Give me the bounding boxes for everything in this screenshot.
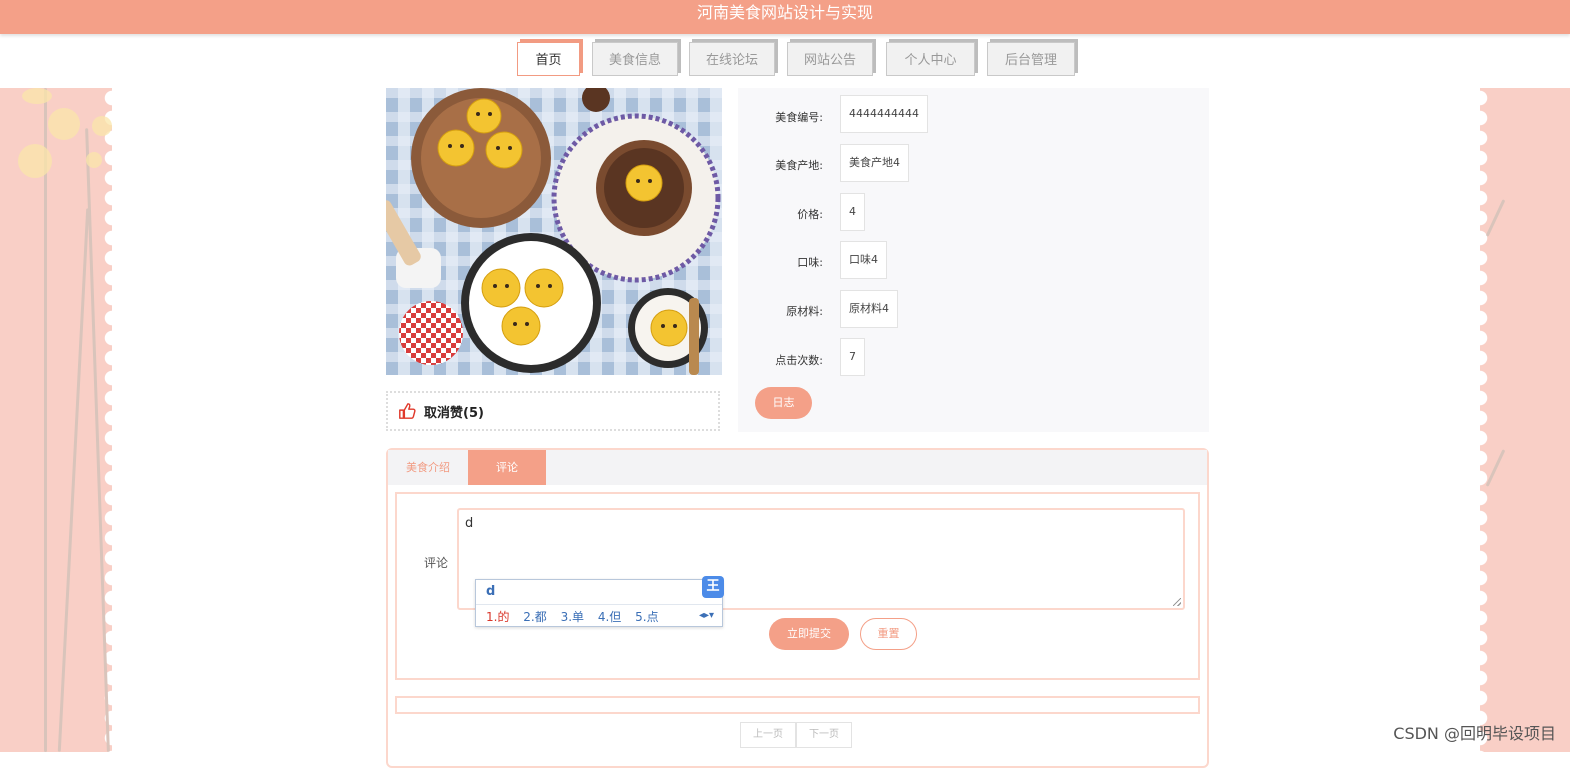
next-page-button[interactable]: 下一页 — [796, 722, 852, 748]
field-label-origin: 美食产地: — [775, 159, 823, 172]
reset-button[interactable]: 重置 — [860, 618, 917, 650]
comment-form: 评论 d d 王 1.的 2.都 3.单 4.但 5.点 ◂▸▾ 立即提交 重置 — [395, 492, 1200, 680]
nav-tab-food-info[interactable]: 美食信息 — [592, 42, 678, 76]
field-label-clicks: 点击次数: — [775, 354, 823, 367]
food-detail-panel: 美食编号: 4444444444 美食产地: 美食产地4 价格: 4 口味: 口… — [738, 88, 1209, 432]
ime-candidate[interactable]: 4.但 — [598, 610, 621, 624]
food-image — [386, 88, 722, 375]
field-value-price: 4 — [840, 193, 865, 231]
prev-page-button[interactable]: 上一页 — [740, 722, 796, 748]
ime-candidate[interactable]: 1.的 — [486, 610, 509, 624]
like-toggle[interactable]: 取消赞(5) — [386, 391, 720, 431]
field-label-id: 美食编号: — [775, 111, 823, 124]
thumbs-up-icon — [399, 403, 416, 419]
comment-text: d — [465, 516, 474, 531]
tab-food-intro[interactable]: 美食介绍 — [388, 450, 468, 485]
ime-page-arrows-icon[interactable]: ◂▸▾ — [699, 610, 714, 621]
field-label-taste: 口味: — [797, 256, 823, 269]
field-value-clicks: 7 — [840, 338, 865, 376]
ime-candidates: 1.的 2.都 3.单 4.但 5.点 — [486, 608, 669, 625]
field-label-price: 价格: — [797, 208, 823, 221]
comment-label: 评论 — [424, 556, 449, 570]
comment-list — [395, 696, 1200, 714]
left-decoration — [0, 88, 112, 752]
nav-tab-forum[interactable]: 在线论坛 — [689, 42, 775, 76]
field-value-taste: 口味4 — [840, 241, 887, 279]
like-count-label: 取消赞(5) — [424, 405, 484, 421]
field-value-id: 4444444444 — [840, 95, 928, 133]
tabs-header: 美食介绍 评论 — [388, 450, 1207, 485]
field-value-origin: 美食产地4 — [840, 144, 909, 182]
nav-tab-notice[interactable]: 网站公告 — [787, 42, 873, 76]
watermark: CSDN @回明毕设项目 — [1393, 724, 1556, 743]
site-title: 河南美食网站设计与实现 — [696, 3, 873, 22]
ime-candidate-popup: d 王 1.的 2.都 3.单 4.但 5.点 ◂▸▾ — [475, 576, 724, 627]
nav-tab-personal-center[interactable]: 个人中心 — [886, 42, 975, 76]
tab-comment[interactable]: 评论 — [468, 450, 546, 485]
ime-candidate[interactable]: 3.单 — [561, 610, 584, 624]
ime-candidate[interactable]: 2.都 — [523, 610, 546, 624]
submit-button[interactable]: 立即提交 — [769, 618, 849, 650]
right-decoration — [1480, 88, 1570, 752]
log-button[interactable]: 日志 — [755, 387, 812, 419]
resize-grip-icon[interactable] — [1173, 598, 1181, 606]
field-label-ingredients: 原材料: — [786, 305, 823, 318]
nav-tab-admin[interactable]: 后台管理 — [987, 42, 1075, 76]
site-title-bar: 河南美食网站设计与实现 — [0, 0, 1570, 34]
nav-tab-home[interactable]: 首页 — [517, 42, 580, 76]
field-value-ingredients: 原材料4 — [840, 290, 898, 328]
ime-logo-icon: 王 — [702, 576, 724, 598]
detail-tabs: 美食介绍 评论 评论 d d 王 1.的 2.都 3.单 4.但 5.点 ◂▸▾… — [386, 448, 1209, 768]
ime-composition: d — [486, 584, 496, 599]
main-nav: 首页 美食信息 在线论坛 网站公告 个人中心 后台管理 — [0, 42, 1570, 78]
ime-candidate[interactable]: 5.点 — [635, 610, 658, 624]
